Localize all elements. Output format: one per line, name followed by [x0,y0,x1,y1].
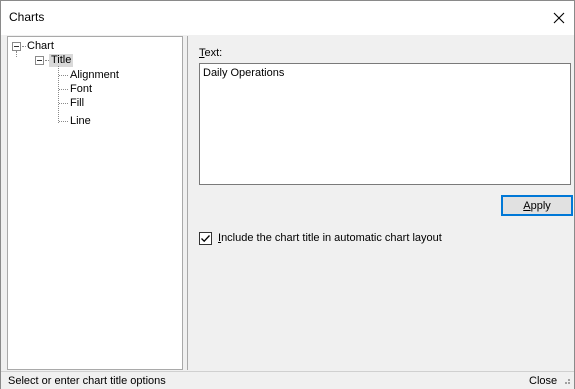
tree-connector [59,75,68,76]
tree-item-title[interactable]: Title [49,54,74,67]
tree-connector [16,51,17,57]
tree-connector [59,89,68,90]
checkmark-icon [201,235,210,243]
text-field-label: Text: [199,47,223,59]
include-in-layout-label[interactable]: Include the chart title in automatic cha… [218,232,442,244]
close-button[interactable]: Close [529,375,557,387]
include-in-layout-checkbox[interactable] [199,232,212,245]
title-bar: Charts [1,1,574,35]
close-window-button[interactable] [546,5,572,31]
tree-item-chart[interactable]: Chart [27,40,54,53]
window-title: Charts [9,10,45,24]
resize-grip-icon[interactable] [561,375,571,385]
close-icon [553,12,565,24]
tree-connector [22,46,26,47]
status-bar: Select or enter chart title options Clos… [1,371,574,389]
tree-connector [59,121,68,122]
tree-item-line[interactable]: Line [70,115,91,128]
status-message: Select or enter chart title options [8,375,166,387]
collapse-chart-icon[interactable] [12,42,21,51]
title-options-panel: Text: Daily Operations Apply Include the… [187,36,573,370]
charts-dialog: Charts Chart Title Alignment Font Fill L… [0,0,575,389]
tree-item-font[interactable]: Font [70,83,92,96]
chart-title-text-input[interactable]: Daily Operations [199,63,571,185]
collapse-title-icon[interactable] [35,56,44,65]
tree-item-fill[interactable]: Fill [70,97,84,110]
tree-connector [59,103,68,104]
options-tree[interactable]: Chart Title Alignment Font Fill Line [7,36,183,370]
tree-item-alignment[interactable]: Alignment [70,69,119,82]
apply-button[interactable]: Apply [501,195,573,216]
